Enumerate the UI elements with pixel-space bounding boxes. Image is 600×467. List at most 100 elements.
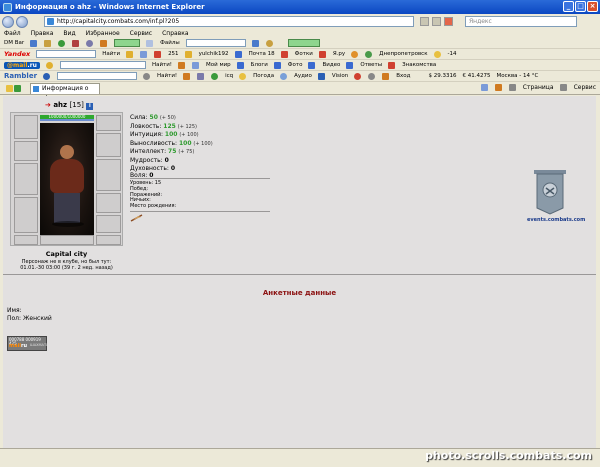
weapon-slot[interactable] [14, 163, 38, 195]
search-icon-2[interactable] [143, 72, 151, 80]
info-icon[interactable]: i [86, 103, 94, 110]
gloves-slot[interactable] [96, 193, 121, 213]
go-icon[interactable] [420, 17, 429, 26]
feather-icon[interactable] [130, 214, 144, 222]
mailru-my-world[interactable]: Мой мир [206, 62, 231, 68]
section-divider [3, 274, 596, 275]
menu-favorites[interactable]: Избранное [86, 30, 120, 37]
armor-slot[interactable] [14, 197, 38, 233]
yandex-city[interactable]: Днепропетровск [379, 51, 427, 57]
forward-button[interactable] [16, 15, 28, 28]
menu-file[interactable]: Файл [4, 30, 21, 37]
rambler-weather[interactable]: Погода [253, 73, 274, 79]
rambler-login[interactable]: Вход [396, 73, 410, 79]
bar-icon-7[interactable] [251, 39, 259, 47]
music-icon[interactable] [351, 50, 359, 58]
mailru-answers[interactable]: Ответы [360, 62, 382, 68]
pencil-icon[interactable] [178, 61, 186, 69]
address-bar[interactable]: http://capitalcity.combats.com/inf.pl?20… [44, 16, 414, 27]
refresh-icon[interactable] [432, 17, 441, 26]
print-icon[interactable] [508, 84, 516, 91]
yandex-search-input[interactable] [36, 50, 97, 58]
profile-heading: Анкетные данные [262, 289, 337, 297]
search-icon[interactable] [45, 61, 53, 69]
belt-slot[interactable] [40, 235, 94, 245]
menu-help[interactable]: Справка [162, 30, 188, 37]
address-url: http://capitalcity.combats.com/inf.pl?20… [57, 18, 180, 25]
yandex-find-button[interactable]: Найти [102, 51, 120, 57]
back-button[interactable] [2, 15, 14, 28]
rambler-vision[interactable]: Vision [332, 73, 348, 79]
counter-logo-b: ru [21, 343, 28, 349]
bar-icon-3[interactable] [58, 39, 66, 47]
tab-info[interactable]: Информация о ahz [30, 83, 100, 102]
rambler-audio[interactable]: Аудио [294, 73, 312, 79]
stop-icon[interactable] [444, 17, 453, 26]
stat-bonus: (+ 75) [178, 149, 195, 156]
mailru-search-input[interactable] [59, 61, 146, 69]
menu-edit[interactable]: Правка [31, 30, 54, 37]
portrait-head [60, 145, 74, 159]
maximize-button[interactable]: □ [575, 1, 586, 12]
service-menu[interactable]: Сервис [574, 84, 596, 91]
home-icon[interactable] [480, 84, 488, 91]
search-input[interactable]: Яндекс [465, 16, 577, 27]
ring-slot-1[interactable] [14, 235, 38, 245]
bar-icon-6[interactable] [100, 39, 108, 47]
tool-icon[interactable] [140, 50, 148, 58]
yandex-temp: -14 [447, 51, 457, 57]
files-label[interactable]: Файлы [160, 40, 180, 46]
yandex-mail[interactable]: Почта 18 [249, 51, 275, 57]
rambler-search-input[interactable] [57, 72, 138, 80]
bracer-slot[interactable] [96, 133, 121, 157]
yandex-user[interactable]: yulchik192 [199, 51, 229, 57]
yandex-photos[interactable]: Фотки [295, 51, 313, 57]
yandex-icon[interactable] [126, 50, 134, 58]
mailru-counter[interactable]: 000788 000919 425 mailru ШАХМАТИ [7, 336, 49, 351]
dmbar-input[interactable] [185, 39, 246, 47]
bar-icon-4[interactable] [72, 39, 80, 47]
rambler-icq[interactable]: icq [225, 73, 233, 79]
rambler-icon[interactable] [43, 72, 51, 80]
moon-icon [433, 50, 441, 58]
close-button[interactable]: × [587, 1, 598, 12]
info-gender: Пол: Женский [7, 315, 52, 322]
yandex-count[interactable]: 251 [168, 51, 179, 57]
mailru-find-button[interactable]: Найти! [152, 62, 172, 68]
pencil-icon-2[interactable] [183, 72, 191, 80]
page-menu[interactable]: Страница [523, 84, 554, 91]
stat-bonus: (+ 50) [159, 115, 176, 121]
bar-icon-1[interactable] [30, 39, 38, 47]
menu-view[interactable]: Вид [63, 30, 75, 37]
amulet-slot[interactable] [14, 141, 38, 161]
feeds-icon[interactable] [494, 84, 502, 91]
mailru-dating[interactable]: Знакомства [402, 62, 436, 68]
menu-tools[interactable]: Сервис [130, 30, 152, 37]
bar-icon-5[interactable] [86, 39, 94, 47]
boots-slot[interactable] [96, 215, 121, 233]
arrow-icon: ➔ [45, 101, 51, 109]
yandex-yaru[interactable]: Я.ру [333, 51, 345, 57]
earring-slot[interactable] [96, 115, 121, 131]
folder-icon[interactable] [197, 72, 205, 80]
stat-value: 0 [164, 156, 169, 164]
shield-slot[interactable] [96, 159, 121, 191]
helmet-slot[interactable] [14, 115, 38, 139]
minimize-button[interactable]: _ [563, 1, 574, 12]
events-link[interactable]: events.combats.com [527, 217, 585, 223]
add-favorite-icon[interactable] [14, 85, 21, 92]
bar-icon-2[interactable] [44, 39, 52, 47]
rambler-find-button[interactable]: Найти! [157, 73, 177, 79]
clan-banner-icon[interactable] [532, 168, 568, 216]
green-button[interactable] [114, 39, 141, 47]
mailru-photo[interactable]: Фото [288, 62, 303, 68]
mailru-blogs[interactable]: Блоги [251, 62, 268, 68]
ring-slot-2[interactable] [96, 235, 121, 245]
ie-icon [3, 2, 12, 12]
favorites-star-icon[interactable] [6, 85, 13, 92]
heart-icon[interactable] [354, 72, 362, 80]
bar-icon-8[interactable] [265, 39, 273, 47]
chevron-down-icon[interactable] [368, 72, 376, 80]
char-name: ahz [53, 101, 68, 109]
mailru-video[interactable]: Видео [322, 62, 340, 68]
